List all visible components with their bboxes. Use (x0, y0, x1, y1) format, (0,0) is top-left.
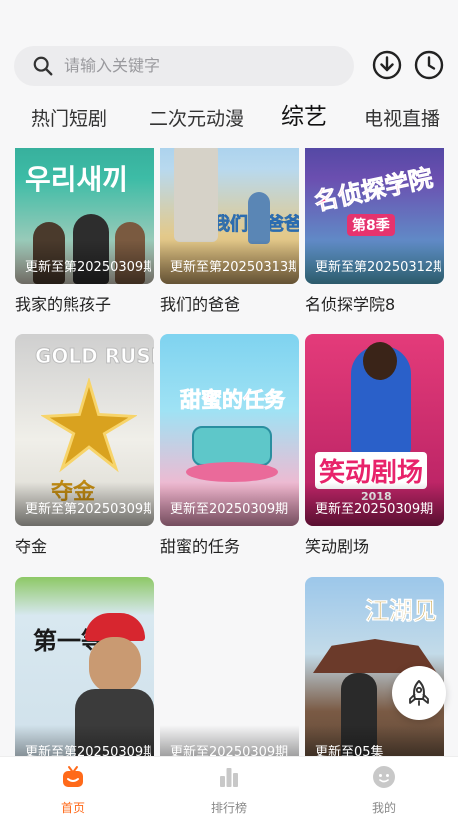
poster-title-text: 甜蜜的任务 (180, 388, 286, 413)
poster-subtitle-text: 第8季 (347, 214, 395, 236)
poster-image: 更新至20250309期 (160, 577, 299, 760)
card-title: 名侦探学院8 (305, 295, 396, 314)
tab-variety[interactable]: 综艺 (281, 102, 327, 134)
card-title: 夺金 (15, 537, 48, 556)
card-item[interactable]: 우리새끼 更新至第20250309期 我家的熊孩子 (15, 148, 154, 316)
nav-home-label: 首页 (60, 801, 85, 815)
search-row: 请输入关键字 (14, 46, 444, 86)
card-item[interactable]: GOLD RUSH 夺金 更新至第20250309期 夺金 (15, 334, 154, 558)
tab-anime[interactable]: 二次元动漫 (149, 102, 244, 136)
rocket-icon (409, 680, 429, 706)
tab-tv-live[interactable]: 电视直播 (364, 102, 440, 136)
poster-subtitle-text: GOLD RUSH (35, 344, 154, 369)
update-badge: 更新至第20250312期 (315, 260, 441, 275)
poster-image: 我们的爸爸 更新至第20250313期 (160, 148, 299, 284)
search-input[interactable]: 请输入关键字 (64, 55, 160, 77)
card-item[interactable]: 第一等 更新至第20250309期 (15, 577, 154, 760)
bar-chart-icon (220, 768, 238, 787)
download-icon[interactable] (371, 49, 403, 81)
profile-face-icon (373, 766, 395, 788)
search-box[interactable]: 请输入关键字 (14, 46, 354, 86)
card-title: 甜蜜的任务 (160, 537, 241, 556)
poster-image: GOLD RUSH 夺金 更新至第20250309期 (15, 334, 154, 526)
nav-home[interactable]: 首页 (23, 757, 123, 820)
category-tabs: 热门短剧 二次元动漫 综艺 电视直播 (0, 102, 458, 138)
card-item[interactable]: 我们的爸爸 更新至第20250313期 我们的爸爸 (160, 148, 299, 316)
search-icon (33, 56, 53, 76)
card-item[interactable]: 甜蜜的任务 更新至20250309期 甜蜜的任务 (160, 334, 299, 558)
update-badge: 更新至第20250309期 (25, 502, 151, 517)
update-badge: 更新至20250309期 (315, 502, 434, 517)
update-badge: 更新至第20250313期 (170, 260, 296, 275)
nav-ranking[interactable]: 排行榜 (179, 757, 279, 820)
poster-image: 우리새끼 更新至第20250309期 (15, 148, 154, 284)
nav-mine[interactable]: 我的 (334, 757, 434, 820)
content-grid: 우리새끼 更新至第20250309期 我家的熊孩子 我们的爸爸 更新至第2025… (0, 148, 458, 760)
poster-title-text: 名侦探学院 (311, 163, 436, 217)
poster-title-text: 江湖见 (365, 597, 438, 626)
back-to-top-button[interactable] (392, 666, 446, 720)
card-item[interactable]: 名侦探学院 第8季 更新至第20250312期 名侦探学院8 (305, 148, 444, 316)
nav-mine-label: 我的 (371, 801, 396, 815)
card-item[interactable]: 笑动剧场 2018 更新至20250309期 笑动剧场 (305, 334, 444, 558)
app-screen: 请输入关键字 热门短剧 二次元动漫 综艺 电视直播 우리새끼 更新至第20250… (0, 0, 458, 820)
poster-title-text: 우리새끼 (25, 163, 129, 196)
nav-ranking-label: 排行榜 (210, 801, 247, 815)
card-title: 我家的熊孩子 (15, 295, 112, 314)
history-clock-icon[interactable] (413, 49, 445, 81)
home-tv-icon (63, 766, 83, 787)
tab-hot-short-drama[interactable]: 热门短剧 (31, 102, 107, 136)
poster-image: 名侦探学院 第8季 更新至第20250312期 (305, 148, 444, 284)
card-title: 笑动剧场 (305, 537, 370, 556)
card-title: 我们的爸爸 (160, 295, 241, 314)
poster-image: 笑动剧场 2018 更新至20250309期 (305, 334, 444, 526)
card-item[interactable]: 更新至20250309期 (160, 577, 299, 760)
update-badge: 更新至第20250309期 (25, 260, 151, 275)
update-badge: 更新至20250309期 (170, 502, 289, 517)
gold-star-graphic (41, 378, 137, 473)
bottom-nav: 首页 排行榜 我的 (0, 756, 458, 820)
poster-image: 第一等 更新至第20250309期 (15, 577, 154, 760)
poster-image: 甜蜜的任务 更新至20250309期 (160, 334, 299, 526)
